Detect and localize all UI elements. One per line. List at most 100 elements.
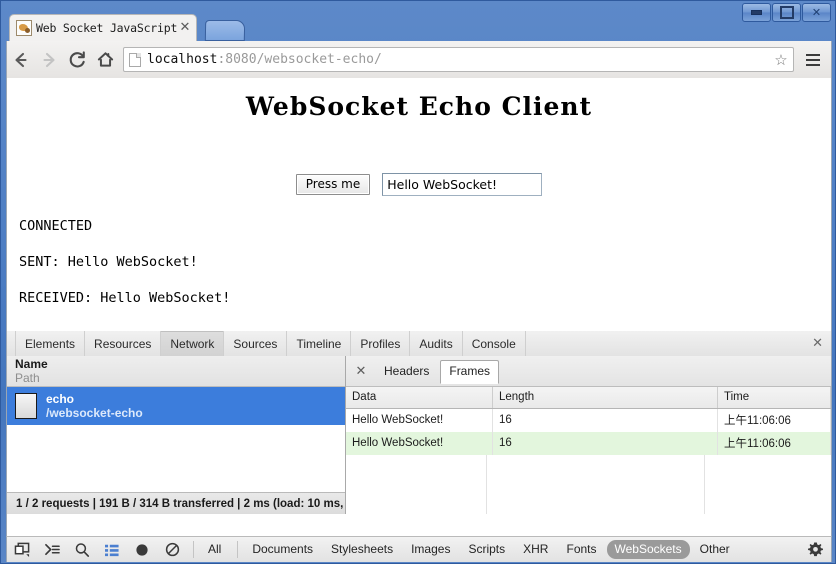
reload-icon <box>69 51 85 68</box>
devtools-tab-bar: Elements Resources Network Sources Timel… <box>7 331 831 357</box>
clear-icon[interactable] <box>157 538 187 562</box>
list-view-icon[interactable] <box>97 538 127 562</box>
tab-title: Web Socket JavaScript E <box>36 21 178 35</box>
tab-profiles[interactable]: Profiles <box>351 331 411 356</box>
frame-data: Hello WebSocket! <box>346 408 493 432</box>
network-status-text: 1 / 2 requests | 191 B / 314 B transferr… <box>16 497 345 510</box>
tab-headers[interactable]: Headers <box>375 360 438 383</box>
filter-scripts[interactable]: Scripts <box>460 540 513 559</box>
tab-elements[interactable]: Elements <box>15 331 86 356</box>
request-name: echo <box>46 391 75 406</box>
press-me-button[interactable]: Press me <box>295 174 371 195</box>
back-arrow-icon <box>15 52 27 67</box>
column-header-path: Path <box>15 371 40 385</box>
console-drawer-icon[interactable] <box>37 538 67 562</box>
filter-images[interactable]: Images <box>403 540 458 559</box>
tab-frames[interactable]: Frames <box>440 360 500 384</box>
chrome-menu-icon[interactable] <box>800 47 826 73</box>
filter-stylesheets[interactable]: Stylesheets <box>323 540 401 559</box>
bookmark-star-icon[interactable]: ☆ <box>771 51 791 69</box>
dock-window-icon[interactable] <box>7 538 37 562</box>
frames-empty-area <box>346 455 831 514</box>
close-icon: ✕ <box>811 6 822 19</box>
column-header-length[interactable]: Length <box>492 387 718 409</box>
toolbar-divider-2 <box>237 541 239 558</box>
detail-tab-bar: ✕ Headers Frames <box>346 356 831 387</box>
maximize-button[interactable] <box>772 3 801 22</box>
url-host: localhost <box>147 52 218 67</box>
maximize-icon <box>773 4 800 21</box>
tab-network[interactable]: Network <box>161 331 225 356</box>
frame-time: 上午11:06:06 <box>717 432 831 455</box>
tab-sources[interactable]: Sources <box>224 331 288 356</box>
frame-length: 16 <box>492 408 718 432</box>
minimize-icon <box>743 4 770 21</box>
request-row-text: echo /websocket-echo <box>46 392 143 421</box>
request-type-icon <box>15 393 37 419</box>
network-status-bar: 1 / 2 requests | 191 B / 314 B transferr… <box>7 492 345 514</box>
requests-header[interactable]: Name Path <box>7 356 345 387</box>
echo-form: Press me <box>7 173 831 196</box>
tab-close-icon[interactable]: ✕ <box>178 21 192 35</box>
request-path: /websocket-echo <box>46 405 143 420</box>
frame-data: Hello WebSocket! <box>346 432 493 455</box>
request-row-echo[interactable]: echo /websocket-echo <box>7 387 345 425</box>
window-controls: ✕ <box>741 3 831 22</box>
column-header-data[interactable]: Data <box>346 387 493 409</box>
column-header-name: Name <box>15 357 48 371</box>
reload-button[interactable] <box>63 46 91 74</box>
frame-row-received[interactable]: Hello WebSocket! 16 上午11:06:06 <box>346 432 831 455</box>
log-line-sent: SENT: Hello WebSocket! <box>19 254 198 270</box>
page-title: WebSocket Echo Client <box>245 92 593 121</box>
requests-panel: Name Path echo /websocket-echo <box>7 356 346 514</box>
frame-time: 上午11:06:06 <box>717 408 831 432</box>
home-button[interactable] <box>91 46 119 74</box>
filter-other[interactable]: Other <box>692 540 738 559</box>
message-log: CONNECTED SENT: Hello WebSocket! RECEIVE… <box>19 218 831 306</box>
home-icon <box>97 52 113 67</box>
back-button[interactable] <box>7 46 35 74</box>
search-icon[interactable] <box>67 538 97 562</box>
new-tab-button[interactable] <box>204 20 246 41</box>
frames-header-row: Data Length Time <box>346 387 831 409</box>
close-window-button[interactable]: ✕ <box>802 3 831 22</box>
tab-resources[interactable]: Resources <box>85 331 162 356</box>
devtools-filter-bar: All Documents Stylesheets Images Scripts… <box>6 536 832 562</box>
browser-tab[interactable]: Web Socket JavaScript E ✕ <box>9 14 197 41</box>
frames-table: Data Length Time Hello WebSocket! 16 上午1… <box>346 387 831 455</box>
browser-window: Web Socket JavaScript E ✕ ✕ <box>0 0 836 564</box>
gear-icon[interactable] <box>807 541 824 558</box>
devtools-close-icon[interactable]: ✕ <box>812 331 823 356</box>
filter-all[interactable]: All <box>200 540 229 559</box>
tab-console[interactable]: Console <box>463 331 526 356</box>
tomcat-favicon-icon <box>16 20 32 36</box>
filter-documents[interactable]: Documents <box>244 540 321 559</box>
record-icon[interactable] <box>127 538 157 562</box>
devtools-panel: Elements Resources Network Sources Timel… <box>6 331 832 536</box>
log-line-received: RECEIVED: Hello WebSocket! <box>19 290 231 306</box>
forward-button[interactable] <box>35 46 63 74</box>
log-line-connected: CONNECTED <box>19 218 93 234</box>
detail-panel: ✕ Headers Frames Data Length Time Hello … <box>346 356 831 514</box>
filter-xhr[interactable]: XHR <box>515 540 556 559</box>
address-bar[interactable]: localhost:8080/websocket-echo/ ☆ <box>123 47 794 72</box>
tab-title-main: Web Socket JavaScript <box>36 21 178 35</box>
page-document-icon <box>129 52 141 67</box>
page-viewport: WebSocket Echo Client Press me CONNECTED… <box>6 78 832 331</box>
devtools-body: Name Path echo /websocket-echo ✕ Headers… <box>7 356 831 514</box>
message-input[interactable] <box>382 173 543 196</box>
detail-close-icon[interactable]: ✕ <box>353 364 369 379</box>
title-bar: Web Socket JavaScript E ✕ ✕ <box>1 1 836 41</box>
browser-toolbar: localhost:8080/websocket-echo/ ☆ <box>6 41 832 78</box>
minimize-button[interactable] <box>742 3 771 22</box>
tab-audits[interactable]: Audits <box>410 331 463 356</box>
tab-timeline[interactable]: Timeline <box>287 331 352 356</box>
url-text: localhost:8080/websocket-echo/ <box>147 52 771 67</box>
toolbar-divider <box>193 541 194 558</box>
filter-websockets[interactable]: WebSockets <box>606 540 690 559</box>
frame-row-sent[interactable]: Hello WebSocket! 16 上午11:06:06 <box>346 408 831 432</box>
frame-length: 16 <box>492 432 718 455</box>
forward-arrow-icon <box>43 52 55 67</box>
column-header-time[interactable]: Time <box>717 387 831 409</box>
filter-fonts[interactable]: Fonts <box>558 540 604 559</box>
